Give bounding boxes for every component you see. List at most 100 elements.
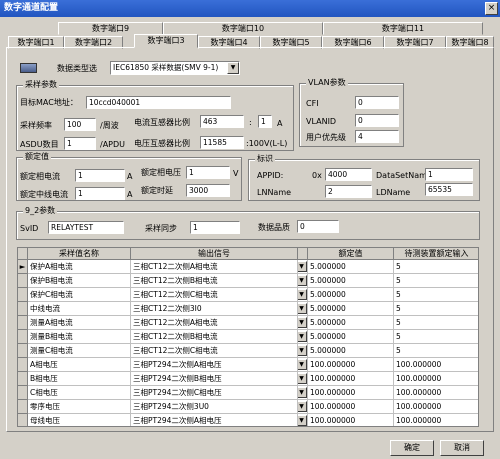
cell-rated[interactable]: 5.000000	[308, 288, 394, 302]
table-row[interactable]: 中线电流 三相CT12二次侧3I0 ▼ 5.000000 5	[18, 302, 478, 316]
delay-field[interactable]: 3000	[186, 184, 230, 197]
cell-dropdown[interactable]: ▼	[298, 302, 308, 316]
cell-signal[interactable]: 三相CT12二次侧B相电流	[131, 330, 298, 344]
cell-input[interactable]: 5	[394, 302, 478, 316]
cell-signal[interactable]: 三相CT12二次侧3I0	[131, 302, 298, 316]
chevron-down-icon[interactable]: ▼	[298, 387, 307, 398]
chevron-down-icon[interactable]: ▼	[298, 331, 307, 342]
cell-dropdown[interactable]: ▼	[298, 400, 308, 414]
cell-input[interactable]: 100.000000	[394, 372, 478, 386]
header-name[interactable]: 采样值名称	[28, 248, 131, 260]
chevron-down-icon[interactable]: ▼	[298, 261, 307, 272]
cell-name[interactable]: 零序电压	[28, 400, 131, 414]
cell-signal[interactable]: 三相CT12二次侧C相电流	[131, 288, 298, 302]
cell-name[interactable]: A相电压	[28, 358, 131, 372]
cell-dropdown[interactable]: ▼	[298, 288, 308, 302]
cell-signal[interactable]: 三相PT294二次侧A相电压	[131, 414, 298, 426]
chevron-down-icon[interactable]: ▼	[298, 401, 307, 412]
cell-input[interactable]: 5	[394, 260, 478, 274]
vlanid-field[interactable]: 0	[355, 114, 399, 127]
cell-input[interactable]: 5	[394, 344, 478, 358]
mac-field[interactable]: 10ccd040001	[86, 96, 231, 109]
cell-dropdown[interactable]: ▼	[298, 386, 308, 400]
cell-dropdown[interactable]: ▼	[298, 260, 308, 274]
phase-current-field[interactable]: 1	[75, 169, 125, 182]
lnname-field[interactable]: 2	[325, 185, 372, 198]
sync-field[interactable]: 1	[190, 221, 240, 234]
table-row[interactable]: 母线电压 三相PT294二次侧A相电压 ▼ 100.000000 100.000000	[18, 414, 478, 426]
cell-signal[interactable]: 三相CT12二次侧A相电流	[131, 316, 298, 330]
cell-dropdown[interactable]: ▼	[298, 316, 308, 330]
cell-name[interactable]: 中线电流	[28, 302, 131, 316]
cell-signal[interactable]: 三相CT12二次侧A相电流	[131, 260, 298, 274]
cell-rated[interactable]: 5.000000	[308, 260, 394, 274]
cell-dropdown[interactable]: ▼	[298, 330, 308, 344]
pt-field[interactable]: 11585	[200, 136, 244, 149]
header-rated[interactable]: 额定值	[308, 248, 394, 260]
ct-field[interactable]: 463	[200, 115, 244, 128]
cell-signal[interactable]: 三相PT294二次侧C相电压	[131, 386, 298, 400]
table-row[interactable]: 保护B相电流 三相CT12二次侧B相电流 ▼ 5.000000 5	[18, 274, 478, 288]
cell-rated[interactable]: 5.000000	[308, 302, 394, 316]
tab-port-3[interactable]: 数字端口3	[134, 34, 198, 48]
chevron-down-icon[interactable]: ▼	[298, 275, 307, 286]
cell-input[interactable]: 100.000000	[394, 358, 478, 372]
cell-signal[interactable]: 三相PT294二次侧3U0	[131, 400, 298, 414]
cell-name[interactable]: 测量A相电流	[28, 316, 131, 330]
table-row[interactable]: 测量A相电流 三相CT12二次侧A相电流 ▼ 5.000000 5	[18, 316, 478, 330]
cell-input[interactable]: 5	[394, 274, 478, 288]
chevron-down-icon[interactable]: ▼	[298, 317, 307, 328]
cell-dropdown[interactable]: ▼	[298, 274, 308, 288]
close-button[interactable]: ×	[485, 2, 498, 15]
cell-dropdown[interactable]: ▼	[298, 344, 308, 358]
cell-signal[interactable]: 三相CT12二次侧C相电流	[131, 344, 298, 358]
cell-input[interactable]: 5	[394, 316, 478, 330]
cell-name[interactable]: B相电压	[28, 372, 131, 386]
chevron-down-icon[interactable]: ▼	[298, 289, 307, 300]
cell-rated[interactable]: 100.000000	[308, 358, 394, 372]
cell-rated[interactable]: 5.000000	[308, 344, 394, 358]
table-row[interactable]: C相电压 三相PT294二次侧C相电压 ▼ 100.000000 100.000000	[18, 386, 478, 400]
chevron-down-icon[interactable]: ▼	[298, 345, 307, 356]
rate-field[interactable]: 100	[64, 118, 96, 131]
cell-name[interactable]: 保护B相电流	[28, 274, 131, 288]
cell-dropdown[interactable]: ▼	[298, 414, 308, 426]
cell-rated[interactable]: 100.000000	[308, 414, 394, 426]
cell-signal[interactable]: 三相PT294二次侧B相电压	[131, 372, 298, 386]
cell-input[interactable]: 5	[394, 288, 478, 302]
chevron-down-icon[interactable]: ▼	[298, 303, 307, 314]
table-row[interactable]: 测量C相电流 三相CT12二次侧C相电流 ▼ 5.000000 5	[18, 344, 478, 358]
cell-rated[interactable]: 5.000000	[308, 274, 394, 288]
cell-input[interactable]: 100.000000	[394, 400, 478, 414]
ldname-field[interactable]: 65535	[425, 183, 473, 196]
asdu-field[interactable]: 1	[64, 137, 96, 150]
table-row[interactable]: 测量B相电流 三相CT12二次侧B相电流 ▼ 5.000000 5	[18, 330, 478, 344]
cell-signal[interactable]: 三相CT12二次侧B相电流	[131, 274, 298, 288]
cancel-button[interactable]: 取消	[440, 440, 484, 456]
data-type-select[interactable]: IEC61850 采样数据(SMV 9-1) ▼	[110, 61, 240, 75]
cell-input[interactable]: 100.000000	[394, 386, 478, 400]
quality-field[interactable]: 0	[297, 220, 339, 233]
cell-dropdown[interactable]: ▼	[298, 372, 308, 386]
cell-rated[interactable]: 100.000000	[308, 386, 394, 400]
table-row[interactable]: A相电压 三相PT294二次侧A相电压 ▼ 100.000000 100.000000	[18, 358, 478, 372]
cell-name[interactable]: C相电压	[28, 386, 131, 400]
svid-field[interactable]: RELAYTEST	[48, 221, 124, 234]
chevron-down-icon[interactable]: ▼	[298, 415, 307, 426]
ok-button[interactable]: 确定	[390, 440, 434, 456]
cell-name[interactable]: 母线电压	[28, 414, 131, 426]
appid-field[interactable]: 4000	[325, 168, 372, 181]
phase-voltage-field[interactable]: 1	[186, 166, 230, 179]
table-row[interactable]: B相电压 三相PT294二次侧B相电压 ▼ 100.000000 100.000000	[18, 372, 478, 386]
cell-name[interactable]: 保护A相电流	[28, 260, 131, 274]
cell-rated[interactable]: 100.000000	[308, 400, 394, 414]
header-signal[interactable]: 输出信号	[131, 248, 298, 260]
cell-input[interactable]: 100.000000	[394, 414, 478, 426]
chevron-down-icon[interactable]: ▼	[227, 62, 239, 74]
header-input[interactable]: 待测装置额定输入	[394, 248, 478, 260]
table-row[interactable]: 零序电压 三相PT294二次侧3U0 ▼ 100.000000 100.000000	[18, 400, 478, 414]
tab-port-11[interactable]: 数字端口11	[323, 22, 483, 35]
dataset-name-field[interactable]: 1	[425, 168, 473, 181]
cfi-field[interactable]: 0	[355, 96, 399, 109]
cell-rated[interactable]: 5.000000	[308, 330, 394, 344]
